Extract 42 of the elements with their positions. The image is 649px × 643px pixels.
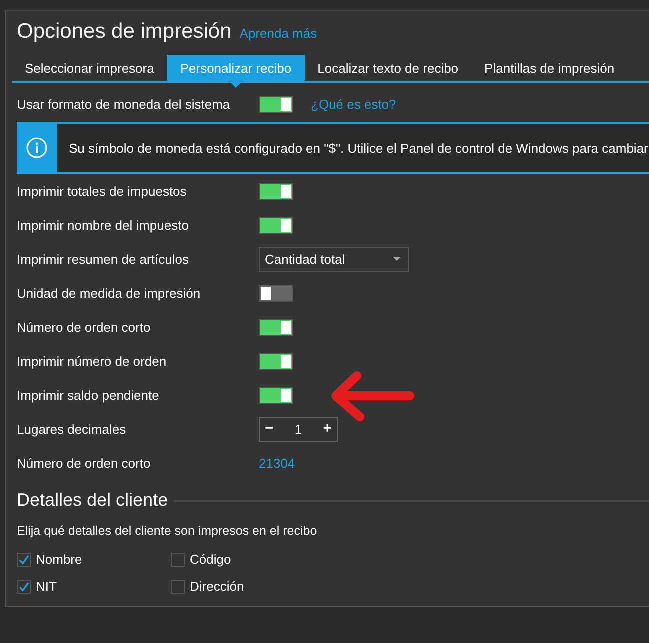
checkbox-option[interactable]: NIT — [17, 579, 171, 594]
info-message: Su símbolo de moneda está configurado en "$". Utilice el Panel de control de Windows para cambiar — [69, 140, 648, 156]
toggle-switch[interactable] — [259, 386, 293, 404]
info-icon — [26, 137, 48, 159]
toggle-switch[interactable] — [259, 284, 293, 302]
tab[interactable]: Localizar texto de recibo — [304, 55, 472, 81]
toggle-switch[interactable] — [259, 96, 293, 112]
toggle-switch[interactable] — [259, 318, 293, 336]
section-description: Elija qué detalles del cliente son impresos en el recibo — [17, 524, 318, 538]
checkbox[interactable] — [171, 580, 185, 594]
caret-icon — [393, 257, 401, 261]
help-link[interactable]: ¿Qué es esto? — [311, 96, 396, 112]
plus-button[interactable]: + — [318, 419, 337, 439]
setting-label: Imprimir saldo pendiente — [17, 388, 160, 402]
checkbox-option[interactable]: Nombre — [17, 552, 171, 567]
toggle-switch[interactable] — [259, 216, 293, 234]
setting-label: Imprimir resumen de artículos — [17, 252, 190, 266]
checkbox[interactable] — [17, 552, 31, 566]
minus-button[interactable]: − — [260, 419, 279, 439]
dropdown[interactable]: Cantidad total — [259, 246, 409, 272]
section-heading: Detalles del cliente — [17, 490, 168, 511]
toggle-switch[interactable] — [259, 182, 293, 200]
setting-label: Número de orden corto — [17, 320, 152, 334]
toggle-switch[interactable] — [259, 352, 293, 370]
number-stepper[interactable]: − 1 + — [259, 416, 338, 442]
stepper-value: 1 — [294, 422, 302, 436]
tab[interactable]: Plantillas de impresión — [472, 55, 628, 81]
page-title: Opciones de impresión — [17, 20, 232, 44]
checkbox[interactable] — [17, 580, 31, 594]
checkbox-option[interactable]: Código — [171, 552, 325, 567]
setting-label: Imprimir número de orden — [17, 354, 168, 368]
setting-label: Imprimir totales de impuestos — [17, 184, 188, 198]
checkbox-option[interactable]: Dirección — [171, 579, 325, 594]
learn-more-link[interactable]: Aprenda más — [240, 26, 318, 41]
setting-label: Usar formato de moneda del sistema — [17, 96, 232, 112]
checkbox[interactable] — [171, 552, 185, 566]
tab[interactable]: Seleccionar impresora — [12, 55, 168, 81]
setting-label: Imprimir nombre del impuesto — [17, 218, 190, 232]
order-number: 21304 — [259, 456, 296, 470]
setting-label: Lugares decimales — [17, 422, 128, 436]
setting-label: Unidad de medida de impresión — [17, 286, 202, 300]
setting-label: Número de orden corto — [17, 456, 152, 470]
